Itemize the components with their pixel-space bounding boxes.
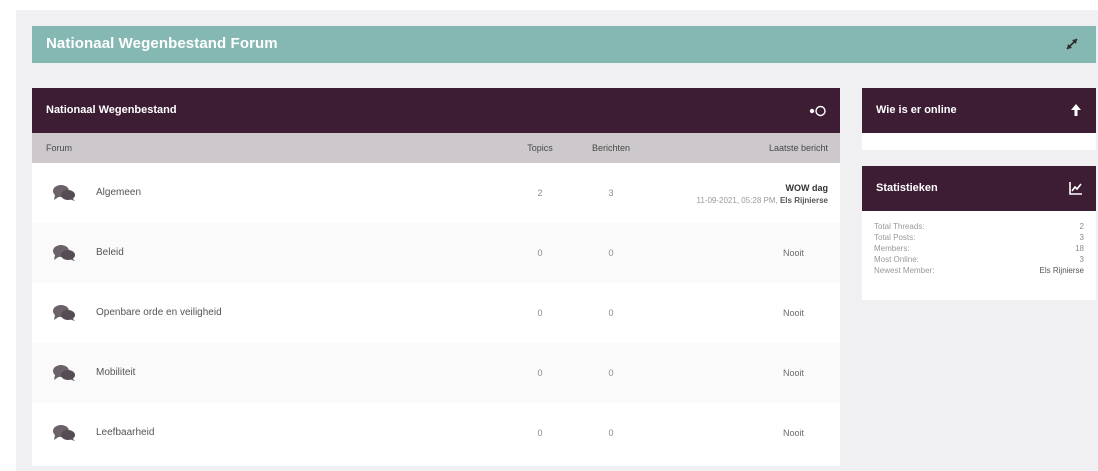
- last-post-never: Nooit: [782, 368, 804, 378]
- forum-row-leefbaarheid: Leefbaarheid 0 0 Nooit: [32, 403, 840, 463]
- topics-count: 0: [537, 248, 543, 258]
- forum-column-header: Forum Topics Berichten Laatste bericht: [32, 133, 840, 163]
- banner-title: Nationaal Wegenbestand Forum: [46, 35, 278, 52]
- forum-panel: Nationaal Wegenbestand Forum Topics Beri…: [32, 88, 840, 466]
- stat-label: Most Online:: [874, 255, 919, 264]
- stat-label: Members:: [874, 244, 910, 253]
- stat-newest-member: Newest Member: Els Rijnierse: [874, 266, 1084, 277]
- last-post-meta: 11-09-2021, 05:28 PM, Els Rijnierse: [696, 196, 828, 205]
- stats-panel-header: Statistieken: [862, 166, 1096, 211]
- stat-label: Total Threads:: [874, 222, 925, 231]
- posts-count: 3: [608, 188, 614, 198]
- chat-bubbles-icon: [53, 365, 75, 381]
- last-post-title[interactable]: WOW dag: [696, 183, 829, 193]
- stat-total-threads: Total Threads: 2: [874, 222, 1084, 233]
- posts-count: 0: [608, 368, 614, 378]
- stat-label: Total Posts:: [874, 233, 916, 242]
- newest-member-link[interactable]: Els Rijnierse: [1040, 266, 1084, 275]
- posts-count: 0: [608, 308, 614, 318]
- forum-panel-title[interactable]: Nationaal Wegenbestand: [46, 104, 177, 116]
- forum-row-openbare-orde: Openbare orde en veiligheid 0 0 Nooit: [32, 283, 840, 343]
- last-post-date: 11-09-2021, 05:28 PM,: [696, 196, 778, 205]
- stat-label: Newest Member:: [874, 266, 935, 275]
- posts-count: 0: [608, 248, 614, 258]
- forum-name[interactable]: Leefbaarheid: [96, 427, 154, 438]
- chat-bubbles-icon: [53, 245, 75, 261]
- online-panel-title: Wie is er online: [876, 104, 957, 116]
- online-panel-header: Wie is er online: [862, 88, 1096, 133]
- last-post-never: Nooit: [782, 428, 804, 438]
- forum-name[interactable]: Mobiliteit: [96, 367, 135, 378]
- chat-bubbles-icon: [53, 185, 75, 201]
- forum-name[interactable]: Beleid: [96, 247, 124, 258]
- last-post: WOW dag 11-09-2021, 05:28 PM, Els Rijnie…: [696, 183, 828, 205]
- chat-bubbles-icon: [53, 305, 75, 321]
- forum-row-mobiliteit: Mobiliteit 0 0 Nooit: [32, 343, 840, 403]
- column-forum: Forum: [46, 143, 73, 153]
- column-posts: Berichten: [591, 143, 631, 153]
- column-topics: Topics: [527, 143, 553, 153]
- column-last-post: Laatste bericht: [768, 143, 828, 153]
- stat-value: 3: [1079, 255, 1084, 264]
- forum-row-beleid: Beleid 0 0 Nooit: [32, 223, 840, 283]
- forum-row-algemeen: Algemeen 2 3 WOW dag 11-09-2021, 05:28 P…: [32, 163, 840, 223]
- forum-name[interactable]: Algemeen: [96, 187, 141, 198]
- chart-line-icon[interactable]: [1068, 180, 1084, 196]
- expand-icon[interactable]: [1062, 34, 1082, 54]
- stats-panel-title: Statistieken: [876, 182, 938, 194]
- last-post-never: Nooit: [782, 248, 804, 258]
- last-post-user[interactable]: Els Rijnierse: [780, 196, 828, 205]
- topics-count: 0: [537, 428, 543, 438]
- last-post-never: Nooit: [782, 308, 804, 318]
- stats-panel: Statistieken Total Threads: 2 Total Post…: [862, 166, 1096, 300]
- stat-value: 18: [1075, 244, 1084, 253]
- stats-list: Total Threads: 2 Total Posts: 3 Members:…: [874, 222, 1084, 277]
- toggle-icon[interactable]: [808, 103, 828, 119]
- forum-name[interactable]: Openbare orde en veiligheid: [96, 307, 222, 318]
- arrow-up-icon[interactable]: [1068, 102, 1084, 118]
- stat-value: 3: [1079, 233, 1084, 242]
- stat-members: Members: 18: [874, 244, 1084, 255]
- page: Nationaal Wegenbestand Forum Nationaal W…: [0, 0, 1098, 471]
- topics-count: 0: [537, 368, 543, 378]
- posts-count: 0: [608, 428, 614, 438]
- stat-total-posts: Total Posts: 3: [874, 233, 1084, 244]
- forum-banner: Nationaal Wegenbestand Forum: [32, 26, 1096, 63]
- forum-panel-header: Nationaal Wegenbestand: [32, 88, 840, 133]
- topics-count: 2: [537, 188, 543, 198]
- chat-bubbles-icon: [53, 425, 75, 441]
- stat-value: 2: [1079, 222, 1084, 231]
- online-panel: Wie is er online: [862, 88, 1096, 150]
- topics-count: 0: [537, 308, 543, 318]
- stat-most-online: Most Online: 3: [874, 255, 1084, 266]
